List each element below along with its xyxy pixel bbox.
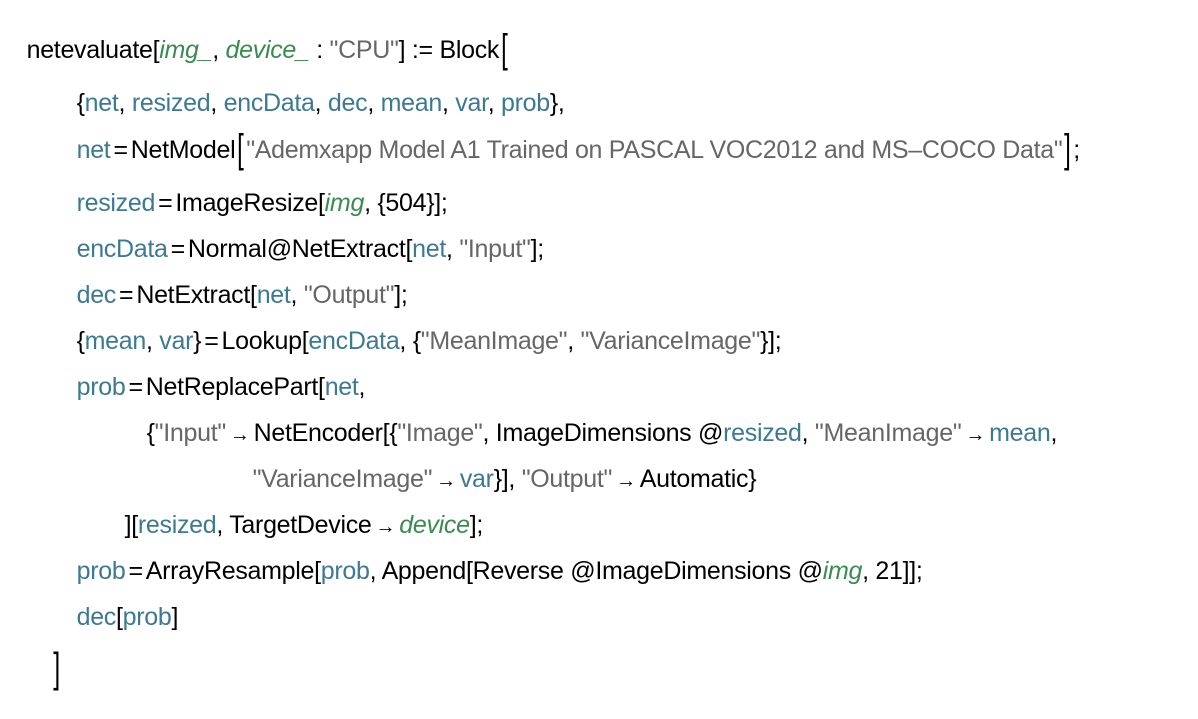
comma: , xyxy=(567,327,581,355)
bracket-close: ] xyxy=(1064,127,1072,171)
comma: , xyxy=(862,557,876,585)
comma: , xyxy=(801,419,815,447)
comma: , xyxy=(369,557,382,585)
bracket-open: [ xyxy=(465,557,473,585)
code-line-encdata: encData = Normal@NetExtract[net, "Input"]; xyxy=(50,204,545,263)
comma: , xyxy=(1050,419,1058,447)
input-string: "Input" xyxy=(459,235,531,263)
output-string: "Output" xyxy=(521,465,613,493)
code-line-netencoder: {"Input" → NetEncoder[{"Image", ImageDimen… xyxy=(120,388,1058,447)
varianceimage-string: "VarianceImage" xyxy=(580,327,761,355)
code-line-resize: resized = ImageResize[img, {504}]; xyxy=(50,158,448,217)
bracket-close: ]; xyxy=(530,235,545,263)
code-line-locals: {net, resized, encData, dec, mean, var, … xyxy=(50,58,565,117)
block-close-bracket: ] xyxy=(52,644,60,691)
code-line-lookup: {mean, var} = Lookup[encData, {"MeanImage"… xyxy=(50,296,782,355)
comma: , xyxy=(446,235,460,263)
semicolon: ; xyxy=(1073,136,1080,164)
var-mean: mean xyxy=(989,419,1051,447)
code-line-definition: netevaluate[img_, device_ : "CPU"] := Bl… xyxy=(0,4,510,69)
brace-open: { xyxy=(146,419,155,447)
input-string: "Input" xyxy=(154,419,227,447)
code-line-dec: dec = NetExtract[net, "Output"]; xyxy=(50,250,408,309)
bracket-close: ]]; xyxy=(902,557,923,585)
meanimage-string: "MeanImage" xyxy=(814,419,962,447)
arg-img: img xyxy=(822,557,863,585)
bracket-open: [ xyxy=(116,603,123,631)
bracket-close: }], xyxy=(493,465,522,493)
code-line-variance: "VarianceImage" → var}], "Output" → Automati… xyxy=(226,434,757,493)
code-cell[interactable]: netevaluate[img_, device_ : "CPU"] := Bl… xyxy=(0,0,1198,689)
automatic-symbol: Automatic xyxy=(639,465,749,493)
brace-close: } xyxy=(748,465,757,493)
var-dec: dec xyxy=(76,603,117,631)
code-line-decode: dec[prob] xyxy=(50,572,179,631)
bracket-open: [ xyxy=(314,557,321,585)
rule-arrow-icon: → xyxy=(965,424,986,446)
code-line-targetdevice: ][resized, TargetDevice → device]; xyxy=(98,480,484,539)
at-operator: @ xyxy=(790,557,823,585)
code-line-netreplacepart: prob = NetReplacePart[net, xyxy=(50,342,366,401)
var-prob: prob xyxy=(122,603,172,631)
append-function: Append xyxy=(381,557,467,585)
rule-arrow-icon: → xyxy=(616,470,636,492)
var-prob: prob xyxy=(320,557,370,585)
code-line-arrayresample: prob = ArrayResample[prob, Append[Reverse … xyxy=(50,526,923,585)
bracket-close: }]; xyxy=(760,327,782,355)
bracket-close: ] xyxy=(171,603,179,631)
code-line-block-end: ] xyxy=(24,618,62,689)
comma: , { xyxy=(399,327,421,355)
var-prob: prob xyxy=(76,373,126,401)
code-line-netmodel: net = NetModel["Ademxapp Model A1 Trained … xyxy=(50,104,1081,169)
channel-count: 21 xyxy=(875,557,903,585)
var-net: net xyxy=(412,235,447,263)
meanimage-string: "MeanImage" xyxy=(420,327,568,355)
imagedimensions-function: ImageDimensions xyxy=(595,557,791,585)
reverse-function: Reverse xyxy=(472,557,564,585)
at-operator: @ xyxy=(563,557,596,585)
